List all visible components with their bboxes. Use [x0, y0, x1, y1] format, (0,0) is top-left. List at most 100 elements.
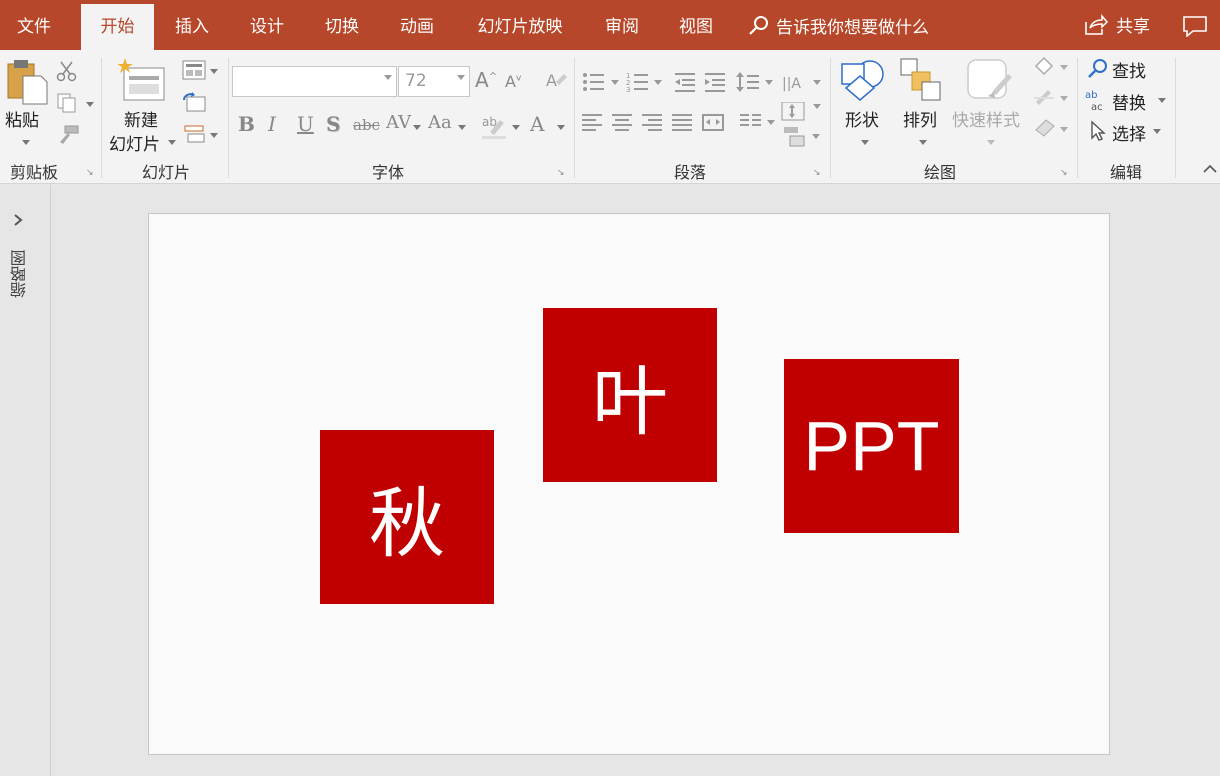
tab-insert[interactable]: 插入 [160, 0, 224, 50]
change-case-dropdown-icon[interactable] [458, 125, 466, 130]
paragraph-group-label: 段落 [673, 163, 706, 182]
expand-thumbnails-icon[interactable] [12, 213, 24, 227]
svg-text:A: A [546, 71, 557, 90]
distributed-icon[interactable] [702, 114, 724, 131]
shape-format-icons[interactable] [1032, 56, 1072, 142]
quick-styles-dropdown-icon[interactable] [987, 140, 995, 145]
drawing-launcher-icon[interactable]: ↘ [1060, 168, 1068, 178]
find-button[interactable]: 查找 [1112, 57, 1146, 82]
quick-styles-button[interactable]: 快速样式 [952, 106, 1020, 131]
select-button[interactable]: 选择 [1112, 120, 1146, 145]
shape-fill-icon[interactable] [1034, 56, 1068, 76]
font-group-label: 字体 [371, 163, 404, 182]
line-spacing-icon[interactable] [736, 72, 773, 92]
tab-view[interactable]: 视图 [664, 0, 728, 50]
shapes-icon[interactable] [840, 58, 886, 104]
svg-text:3: 3 [626, 86, 630, 94]
paste-icon[interactable] [5, 58, 49, 108]
font-launcher-icon[interactable]: ↘ [557, 168, 565, 178]
columns-icon[interactable] [740, 114, 775, 126]
tab-file[interactable]: 文件 [0, 0, 68, 50]
replace-dropdown-icon[interactable] [1158, 98, 1166, 103]
clear-formatting-icon[interactable]: A [544, 70, 568, 92]
tab-design[interactable]: 设计 [235, 0, 299, 50]
text-direction-icon[interactable]: ||A [782, 76, 821, 92]
share-button[interactable]: 共享 [1084, 0, 1150, 50]
new-slide-label-2[interactable]: 幻灯片 [109, 130, 160, 155]
section-dropdown-icon[interactable] [210, 133, 218, 138]
shape-effects-icon[interactable] [1035, 119, 1068, 137]
replace-icon[interactable]: ab ac [1085, 88, 1109, 112]
find-icon[interactable] [1088, 58, 1110, 80]
tab-home[interactable]: 开始 [81, 4, 154, 50]
share-icon [1085, 13, 1109, 35]
tell-me-search[interactable]: 告诉我你想要做什么 [748, 0, 929, 50]
strikethrough-icon[interactable]: abc [353, 116, 380, 134]
text-shadow-icon[interactable]: S [326, 112, 340, 136]
decrease-font-icon[interactable]: Av [505, 72, 521, 91]
bullets-icon[interactable] [583, 73, 619, 91]
arrange-dropdown-icon[interactable] [919, 140, 927, 145]
paste-button[interactable]: 粘贴 [5, 106, 39, 131]
highlight-dropdown-icon[interactable] [512, 125, 520, 130]
reset-icon[interactable] [182, 92, 206, 112]
new-slide-dropdown-icon[interactable] [168, 140, 176, 145]
justify-icon[interactable] [672, 114, 692, 131]
align-text-icon[interactable] [781, 102, 821, 121]
arrange-icon[interactable] [900, 58, 942, 102]
numbering-icon[interactable]: 1 2 3 [626, 72, 662, 94]
collapse-ribbon-icon[interactable] [1202, 163, 1218, 175]
align-right-icon[interactable] [642, 114, 662, 131]
tab-slideshow[interactable]: 幻灯片放映 [462, 0, 578, 50]
text-box-leaf[interactable]: 叶 [543, 308, 717, 482]
align-left-icon[interactable] [582, 114, 602, 131]
clipboard-launcher-icon[interactable]: ↘ [86, 168, 94, 178]
tab-animations[interactable]: 动画 [385, 0, 449, 50]
select-dropdown-icon[interactable] [1153, 129, 1161, 134]
section-icon[interactable] [182, 124, 206, 144]
text-box-ppt[interactable]: PPT [784, 359, 959, 533]
paragraph-row1-icons[interactable]: 1 2 3 ||A [582, 70, 822, 94]
tab-review[interactable]: 审阅 [590, 0, 654, 50]
font-name-dropdown-icon[interactable] [384, 75, 392, 80]
replace-button[interactable]: 替换 [1112, 89, 1146, 114]
comment-icon[interactable] [1182, 15, 1208, 37]
cut-icon[interactable] [56, 60, 78, 82]
thumbnails-label[interactable]: 缩略图 [8, 250, 32, 298]
align-center-icon[interactable] [612, 114, 632, 131]
character-spacing-dropdown-icon[interactable] [413, 125, 421, 130]
layout-icon[interactable] [182, 60, 206, 80]
arrange-button[interactable]: 排列 [903, 106, 937, 131]
new-slide-label-1[interactable]: 新建 [124, 106, 158, 131]
font-size-box[interactable]: 72 [398, 66, 470, 97]
paste-dropdown-icon[interactable] [22, 140, 30, 145]
italic-icon[interactable]: I [268, 112, 276, 136]
decrease-indent-icon[interactable] [675, 73, 695, 92]
character-spacing-icon[interactable]: AV [386, 112, 411, 133]
slide-canvas[interactable]: 秋 叶 PPT [148, 213, 1110, 755]
copy-icon[interactable] [56, 92, 78, 114]
increase-indent-icon[interactable] [705, 73, 725, 92]
copy-dropdown-icon[interactable] [86, 102, 94, 107]
layout-dropdown-icon[interactable] [210, 69, 218, 74]
select-cursor-icon[interactable] [1090, 120, 1108, 142]
font-size-dropdown-icon[interactable] [457, 75, 465, 80]
paragraph-launcher-icon[interactable]: ↘ [813, 168, 821, 178]
bold-icon[interactable]: B [238, 112, 255, 136]
font-color-icon[interactable]: A [530, 112, 544, 136]
font-name-box[interactable] [232, 66, 397, 97]
shapes-button[interactable]: 形状 [845, 106, 879, 131]
new-slide-icon[interactable] [118, 56, 168, 104]
text-box-autumn[interactable]: 秋 [320, 430, 494, 604]
underline-icon[interactable]: U [297, 112, 314, 136]
tab-transitions[interactable]: 切换 [310, 0, 374, 50]
quick-styles-icon[interactable] [964, 58, 1014, 104]
font-color-dropdown-icon[interactable] [557, 125, 565, 130]
increase-font-icon[interactable]: A^ [475, 68, 497, 92]
format-painter-icon[interactable] [56, 124, 80, 146]
shape-outline-icon[interactable] [1034, 90, 1068, 105]
shapes-dropdown-icon[interactable] [861, 140, 869, 145]
highlight-icon[interactable]: ab [480, 112, 510, 140]
change-case-icon[interactable]: Aa [428, 112, 452, 133]
convert-smartart-icon[interactable] [784, 126, 824, 148]
